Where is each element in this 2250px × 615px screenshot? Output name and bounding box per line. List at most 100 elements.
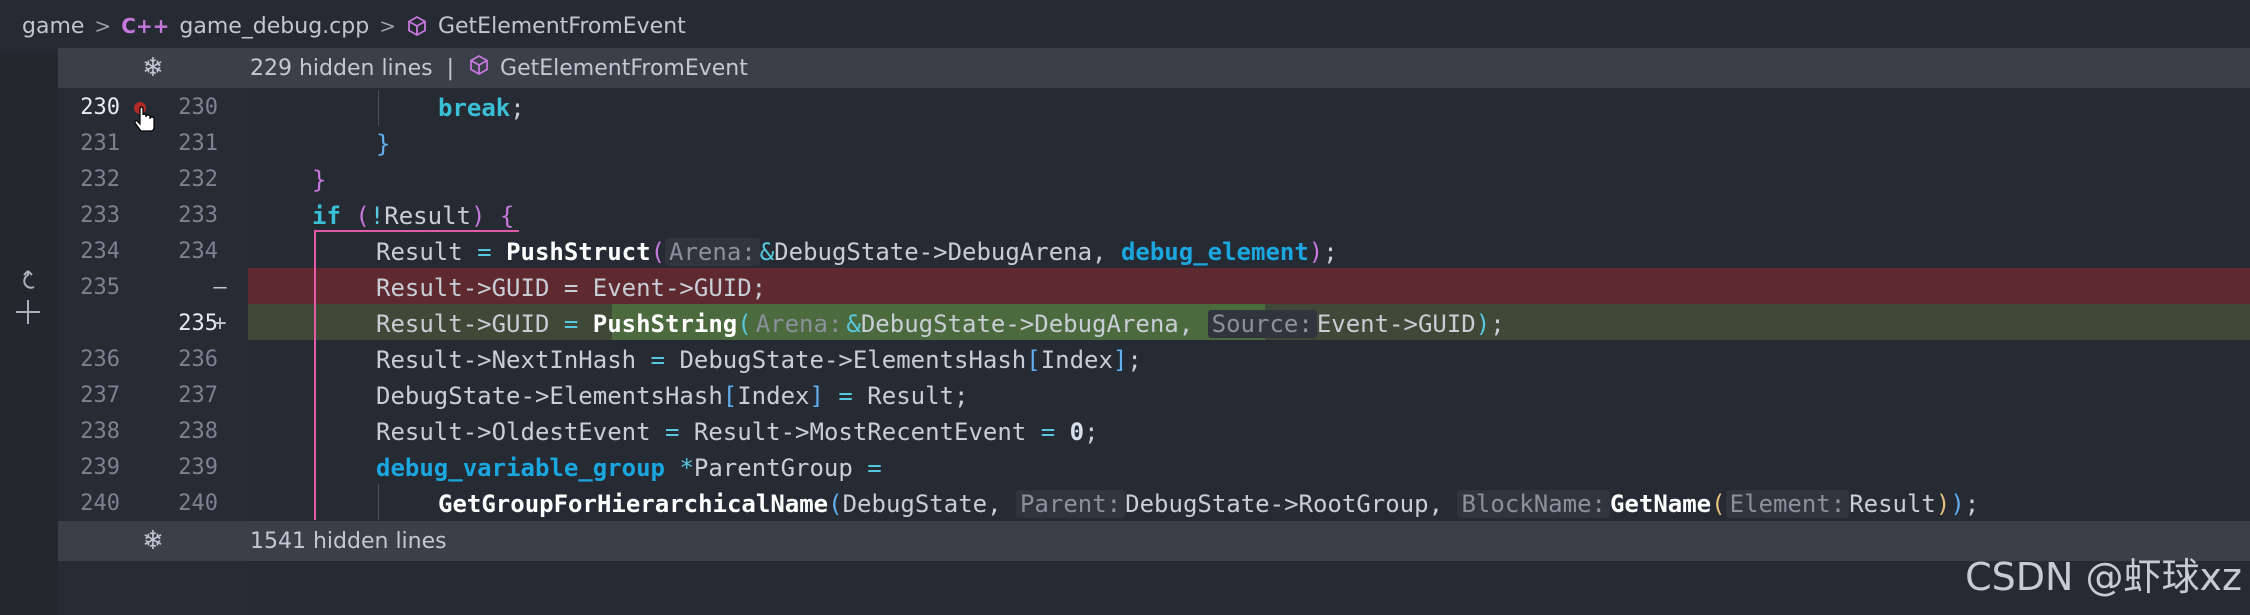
old-line-number: 238 bbox=[80, 419, 120, 444]
old-line-number: 233 bbox=[80, 203, 120, 228]
symbol-method-icon bbox=[468, 54, 490, 82]
unfold-icon[interactable]: ❄ bbox=[58, 53, 248, 83]
paren: ) bbox=[1935, 490, 1951, 518]
code-line-238[interactable]: Result->OldestEvent = Result->MostRecent… bbox=[376, 414, 1099, 450]
number: 0 bbox=[1069, 418, 1085, 446]
identifier: Result->NextInHash bbox=[376, 346, 637, 374]
code-line-233[interactable]: if (!Result) { bbox=[312, 198, 514, 234]
inlay-hint: Arena: bbox=[755, 310, 843, 338]
new-line-number: 239 bbox=[178, 455, 218, 480]
code-line-237[interactable]: DebugState->ElementsHash[Index] = Result… bbox=[376, 378, 968, 414]
bracket: ] bbox=[1112, 346, 1128, 374]
new-line-number: 231 bbox=[178, 131, 218, 156]
old-line-number: 230 bbox=[80, 95, 120, 120]
deleted-marker: — bbox=[213, 275, 227, 300]
hidden-lines-symbol: GetElementFromEvent bbox=[468, 54, 748, 82]
inlay-hint: Parent: bbox=[1015, 490, 1126, 518]
punct: ; bbox=[1127, 346, 1142, 374]
operator: & bbox=[846, 310, 861, 338]
code-line-230[interactable]: break; bbox=[438, 90, 525, 126]
paren: ) bbox=[470, 202, 486, 230]
old-line-number: 236 bbox=[80, 347, 120, 372]
hidden-lines-symbol-label: GetElementFromEvent bbox=[500, 55, 748, 81]
chevron-right-icon: > bbox=[379, 14, 396, 38]
function-name: PushStruct bbox=[506, 238, 651, 266]
symbol-method-icon bbox=[406, 15, 428, 37]
separator: | bbox=[446, 55, 455, 81]
old-line-number: 231 bbox=[80, 131, 120, 156]
old-line-number: 237 bbox=[80, 383, 120, 408]
active-indent-guide bbox=[314, 232, 316, 520]
new-line-number: 234 bbox=[178, 239, 218, 264]
paren: ( bbox=[1711, 490, 1726, 518]
indent-guide bbox=[378, 484, 379, 520]
code-line-239[interactable]: debug_variable_group *ParentGroup = bbox=[376, 450, 882, 486]
punct: ; bbox=[510, 94, 525, 122]
paren: ) bbox=[1475, 310, 1491, 338]
new-line-number: 236 bbox=[178, 347, 218, 372]
stage-change-icon[interactable] bbox=[8, 297, 48, 335]
function-name: PushString bbox=[592, 310, 738, 338]
breadcrumb-symbol[interactable]: GetElementFromEvent bbox=[438, 14, 686, 39]
inlay-hint: Source: bbox=[1207, 310, 1317, 338]
identifier: Result->MostRecentEvent bbox=[693, 418, 1027, 446]
argument: Event->GUID bbox=[1316, 310, 1476, 338]
bracket: [ bbox=[1026, 346, 1041, 374]
operator: & bbox=[759, 238, 775, 266]
breakpoint-hand-cursor[interactable] bbox=[132, 100, 158, 140]
new-line-number: 240 bbox=[178, 491, 218, 516]
argument: DebugState, bbox=[842, 490, 1016, 518]
paren: ( bbox=[650, 238, 666, 266]
code-line-234[interactable]: Result = PushStruct(Arena: &DebugState->D… bbox=[376, 234, 1338, 270]
added-marker: + bbox=[213, 311, 227, 336]
inlay-hint: Arena: bbox=[665, 238, 760, 266]
code-line-231[interactable]: } bbox=[376, 126, 390, 162]
type-name: debug_element bbox=[1120, 238, 1309, 266]
argument: DebugState->DebugArena, bbox=[774, 238, 1121, 266]
breadcrumb-file[interactable]: game_debug.cpp bbox=[179, 14, 369, 39]
punct: ; bbox=[1084, 418, 1099, 446]
argument: Result bbox=[1849, 490, 1936, 518]
breadcrumb-root[interactable]: game bbox=[22, 14, 84, 39]
identifier: Index bbox=[1040, 346, 1113, 374]
bracket: ] bbox=[809, 382, 824, 410]
identifier: Result bbox=[867, 382, 954, 410]
hidden-lines-bar-top[interactable]: ❄ 229 hidden lines | GetElementFromEvent bbox=[58, 48, 2250, 88]
punct: ; bbox=[1490, 310, 1505, 338]
punct: ; bbox=[954, 382, 969, 410]
identifier: DebugState->ElementsHash bbox=[376, 382, 723, 410]
hidden-lines-bar-bottom[interactable]: ❄ 1541 hidden lines bbox=[58, 521, 2250, 561]
hidden-lines-count: 229 hidden lines bbox=[250, 55, 433, 81]
old-line-number: 239 bbox=[80, 455, 120, 480]
type-name: debug_variable_group bbox=[376, 454, 665, 482]
identifier: Index bbox=[737, 382, 810, 410]
identifier: DebugState->ElementsHash bbox=[679, 346, 1027, 374]
function-name: GetName bbox=[1609, 490, 1712, 518]
watermark: CSDN @虾球xz bbox=[1965, 555, 2242, 599]
unfold-icon[interactable]: ❄ bbox=[58, 526, 248, 556]
new-line-number: 230 bbox=[178, 95, 218, 120]
chevron-right-icon: > bbox=[94, 14, 112, 38]
code-line-236[interactable]: Result->NextInHash = DebugState->Element… bbox=[376, 342, 1142, 378]
operator: = bbox=[650, 346, 665, 374]
code-line-232[interactable]: } bbox=[312, 162, 326, 198]
brace: { bbox=[499, 202, 515, 230]
argument: DebugState->DebugArena, bbox=[860, 310, 1194, 338]
punct: ; bbox=[1323, 238, 1338, 266]
bracket: [ bbox=[722, 382, 738, 410]
operator: * bbox=[679, 454, 694, 482]
operator: = bbox=[867, 454, 882, 482]
deleted-code: Result->GUID = Event->GUID; bbox=[376, 274, 767, 302]
inlay-hint: Element: bbox=[1725, 490, 1850, 518]
punct: ; bbox=[1964, 490, 1980, 518]
cpp-file-icon: C++ bbox=[121, 14, 170, 38]
operator: ! bbox=[369, 202, 385, 230]
brace: } bbox=[376, 130, 391, 158]
code-line-235-deleted[interactable]: Result->GUID = Event->GUID; bbox=[376, 270, 766, 306]
operator: = bbox=[477, 238, 492, 266]
code-line-240[interactable]: GetGroupForHierarchicalName(DebugState, … bbox=[438, 486, 1979, 522]
identifier: Result bbox=[376, 238, 463, 266]
code-line-235-added[interactable]: Result->GUID = PushString(Arena: &DebugSt… bbox=[376, 306, 1505, 342]
paren: ) bbox=[1950, 490, 1965, 518]
left-action-rail bbox=[0, 52, 58, 615]
